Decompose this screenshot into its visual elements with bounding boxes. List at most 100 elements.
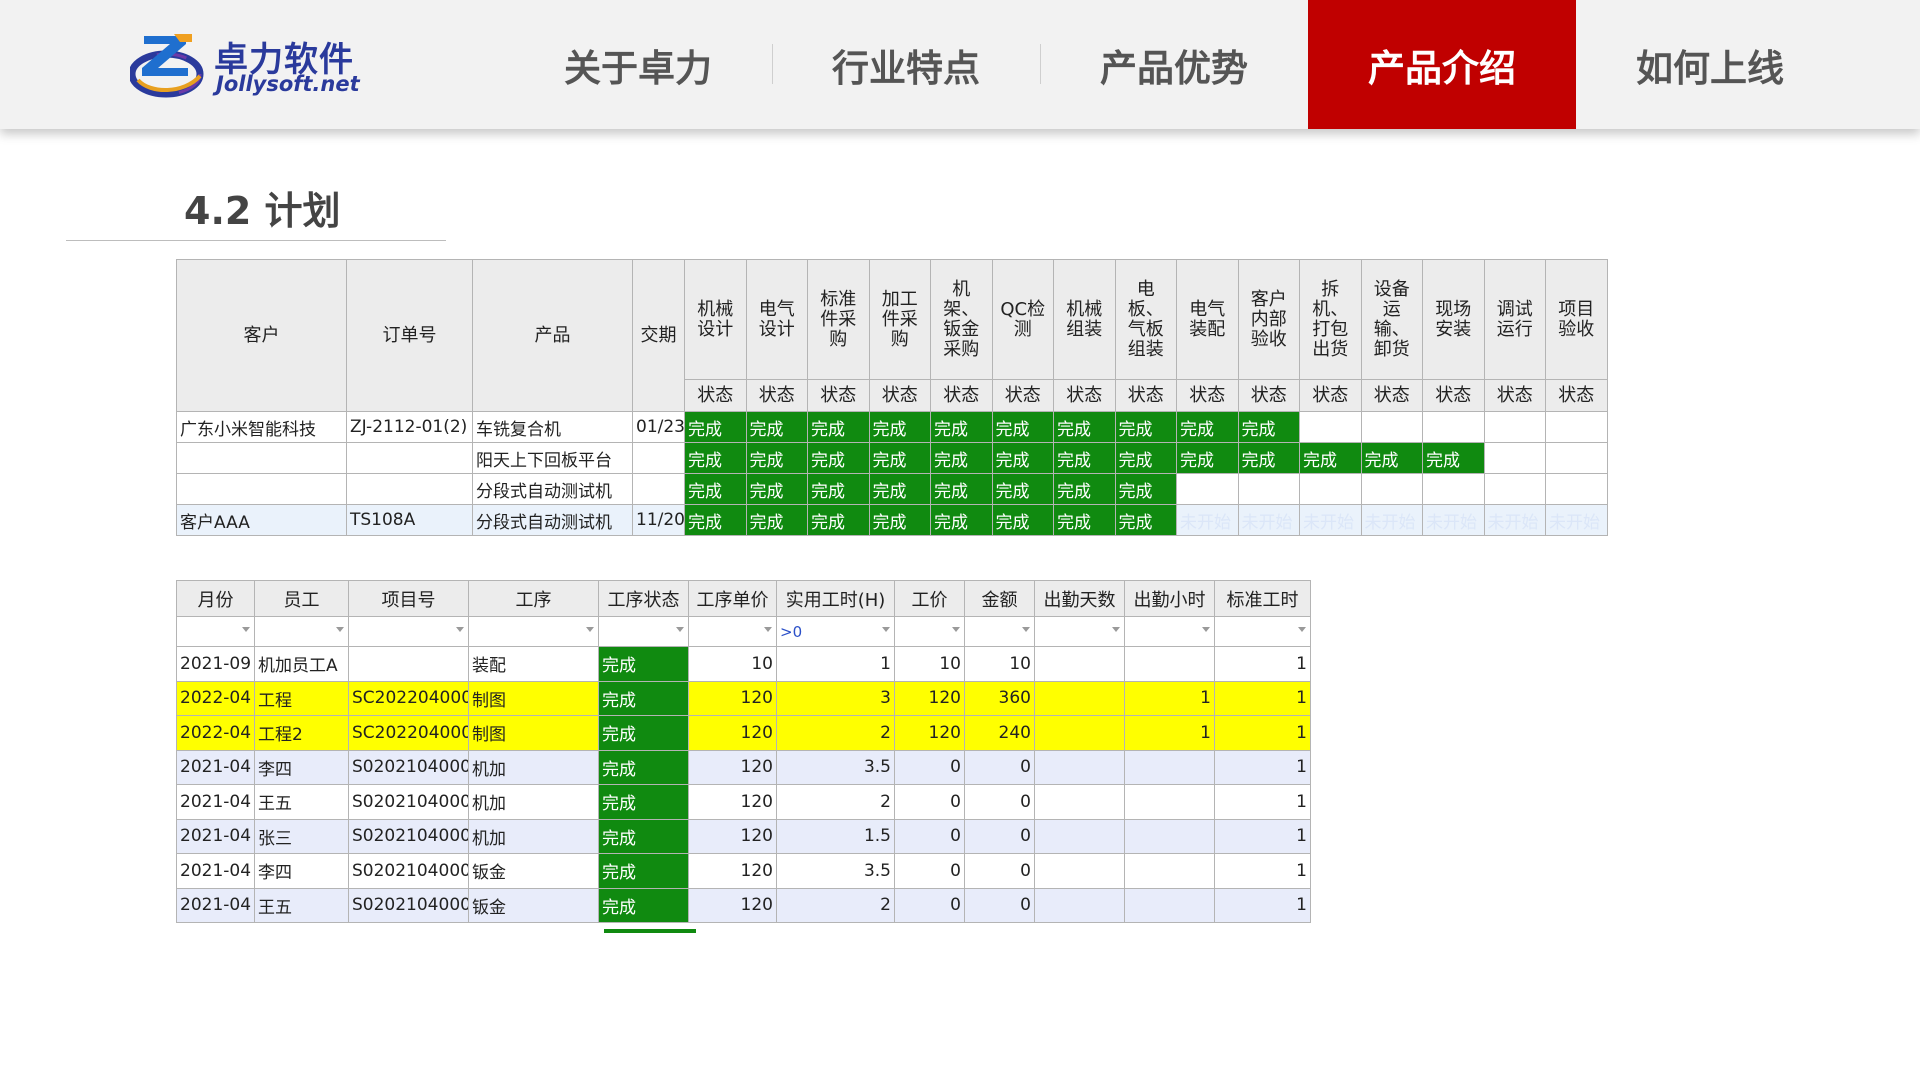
stage-status-done[interactable]: 完成 <box>745 411 808 443</box>
table-row[interactable]: 2021-04王五S02021040009钣金完成1202001 <box>176 887 1311 923</box>
stage-status-todo[interactable]: 未开始 <box>1237 504 1300 536</box>
stage-status-empty[interactable] <box>1483 442 1546 474</box>
filter-dropdown-icon[interactable] <box>1202 627 1210 632</box>
column-filter[interactable] <box>1214 616 1311 647</box>
stage-status-done[interactable]: 完成 <box>868 504 931 536</box>
nav-item-1[interactable]: 关于卓力 <box>504 0 772 129</box>
stage-status-empty[interactable] <box>1176 473 1239 505</box>
column-filter[interactable] <box>176 616 255 647</box>
filter-dropdown-icon[interactable] <box>1112 627 1120 632</box>
stage-status-done[interactable]: 完成 <box>807 442 870 474</box>
stage-status-done[interactable]: 完成 <box>1176 411 1239 443</box>
stage-status-done[interactable]: 完成 <box>930 473 993 505</box>
work-header-5[interactable]: 工序单价 <box>688 580 777 617</box>
table-row[interactable]: 分段式自动测试机 完成 完成 完成 完成 完成 完成 完成 完成 <box>176 473 1608 505</box>
stage-status-done[interactable]: 完成 <box>1237 442 1300 474</box>
stage-status-done[interactable]: 完成 <box>1053 504 1116 536</box>
work-header-1[interactable]: 员工 <box>254 580 349 617</box>
nav-item-3[interactable]: 产品优势 <box>1040 0 1308 129</box>
table-row[interactable]: 2021-04张三S02021040007机加完成1201.5001 <box>176 818 1311 854</box>
stage-status-done[interactable]: 完成 <box>1053 411 1116 443</box>
stage-status-empty[interactable] <box>1299 411 1362 443</box>
column-filter[interactable] <box>964 616 1035 647</box>
stage-status-empty[interactable] <box>1422 411 1485 443</box>
filter-dropdown-icon[interactable] <box>764 627 772 632</box>
table-row[interactable]: 2022-04工程SC2022040001制图完成120312036011 <box>176 680 1311 716</box>
stage-status-todo[interactable]: 未开始 <box>1299 504 1362 536</box>
nav-item-4[interactable]: 产品介绍 <box>1308 0 1576 129</box>
stage-status-todo[interactable]: 未开始 <box>1483 504 1546 536</box>
stage-status-done[interactable]: 完成 <box>991 411 1054 443</box>
work-header-8[interactable]: 金额 <box>964 580 1035 617</box>
column-filter[interactable] <box>468 616 599 647</box>
work-header-10[interactable]: 出勤小时 <box>1124 580 1215 617</box>
stage-status-empty[interactable] <box>1545 473 1608 505</box>
table-row[interactable]: 2021-09 机加员工A 装配 完成 10 1 10 10 1 <box>176 646 1311 682</box>
stage-status-done[interactable]: 完成 <box>991 504 1054 536</box>
stage-status-todo[interactable]: 未开始 <box>1360 504 1423 536</box>
filter-dropdown-icon[interactable] <box>1298 627 1306 632</box>
stage-status-empty[interactable] <box>1422 473 1485 505</box>
column-filter[interactable] <box>348 616 469 647</box>
filter-dropdown-icon[interactable] <box>676 627 684 632</box>
stage-status-done[interactable]: 完成 <box>1053 473 1116 505</box>
stage-status-empty[interactable] <box>1360 473 1423 505</box>
stage-status-done[interactable]: 完成 <box>991 442 1054 474</box>
stage-status-done[interactable]: 完成 <box>684 442 747 474</box>
stage-status-todo[interactable]: 未开始 <box>1545 504 1608 536</box>
filter-dropdown-icon[interactable] <box>586 627 594 632</box>
stage-status-done[interactable]: 完成 <box>1360 442 1423 474</box>
filter-dropdown-icon[interactable] <box>456 627 464 632</box>
stage-status-done[interactable]: 完成 <box>868 442 931 474</box>
work-header-4[interactable]: 工序状态 <box>598 580 689 617</box>
table-row[interactable]: 广东小米智能科技 ZJ-2112-01(2) 车铣复合机 01/23 完成 完成 完成 完成完… <box>176 411 1608 443</box>
work-header-9[interactable]: 出勤天数 <box>1034 580 1125 617</box>
stage-status-done[interactable]: 完成 <box>745 473 808 505</box>
stage-status-empty[interactable] <box>1483 411 1546 443</box>
table-row[interactable]: 2021-04李四S02021040007机加完成1203.5001 <box>176 749 1311 785</box>
filter-dropdown-icon[interactable] <box>242 627 250 632</box>
stage-status-done[interactable]: 完成 <box>930 411 993 443</box>
stage-status-empty[interactable] <box>1545 442 1608 474</box>
filter-dropdown-icon[interactable] <box>952 627 960 632</box>
stage-status-done[interactable]: 完成 <box>684 504 747 536</box>
table-row[interactable]: 2021-04王五S02021040007机加完成1202001 <box>176 784 1311 820</box>
stage-status-done[interactable]: 完成 <box>807 504 870 536</box>
stage-status-done[interactable]: 完成 <box>684 473 747 505</box>
stage-status-done[interactable]: 完成 <box>1176 442 1239 474</box>
stage-status-done[interactable]: 完成 <box>807 411 870 443</box>
table-row[interactable]: 客户AAA TS108A 分段式自动测试机 11/20 完成 完成 完成 完成 完成 完成 完成 完成… <box>176 504 1608 536</box>
stage-status-empty[interactable] <box>1237 473 1300 505</box>
stage-status-done[interactable]: 完成 <box>930 442 993 474</box>
filter-dropdown-icon[interactable] <box>1022 627 1030 632</box>
stage-status-done[interactable]: 完成 <box>1114 442 1177 474</box>
stage-status-empty[interactable] <box>1360 411 1423 443</box>
column-filter[interactable] <box>894 616 965 647</box>
stage-status-done[interactable]: 完成 <box>745 442 808 474</box>
work-header-7[interactable]: 工价 <box>894 580 965 617</box>
stage-status-done[interactable]: 完成 <box>868 473 931 505</box>
work-header-11[interactable]: 标准工时 <box>1214 580 1311 617</box>
stage-status-done[interactable]: 完成 <box>1114 411 1177 443</box>
column-filter[interactable]: >0 <box>776 616 895 647</box>
table-row[interactable]: 2022-04工程2SC2022040001制图完成120212024011 <box>176 715 1311 751</box>
work-header-6[interactable]: 实用工时(H) <box>776 580 895 617</box>
stage-status-done[interactable]: 完成 <box>1422 442 1485 474</box>
stage-status-done[interactable]: 完成 <box>807 473 870 505</box>
stage-status-empty[interactable] <box>1483 473 1546 505</box>
stage-status-done[interactable]: 完成 <box>1053 442 1116 474</box>
stage-status-done[interactable]: 完成 <box>930 504 993 536</box>
stage-status-todo[interactable]: 未开始 <box>1422 504 1485 536</box>
work-header-0[interactable]: 月份 <box>176 580 255 617</box>
work-header-2[interactable]: 项目号 <box>348 580 469 617</box>
stage-status-todo[interactable]: 未开始 <box>1176 504 1239 536</box>
stage-status-done[interactable]: 完成 <box>1114 473 1177 505</box>
stage-status-done[interactable]: 完成 <box>684 411 747 443</box>
filter-dropdown-icon[interactable] <box>882 627 890 632</box>
filter-dropdown-icon[interactable] <box>336 627 344 632</box>
column-filter[interactable] <box>1124 616 1215 647</box>
stage-status-done[interactable]: 完成 <box>745 504 808 536</box>
stage-status-empty[interactable] <box>1299 473 1362 505</box>
stage-status-done[interactable]: 完成 <box>1299 442 1362 474</box>
work-header-3[interactable]: 工序 <box>468 580 599 617</box>
